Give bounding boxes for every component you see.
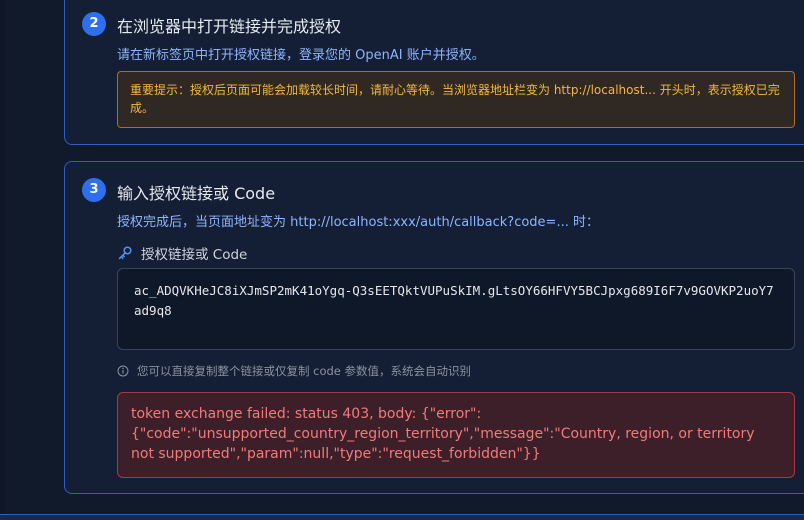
key-icon xyxy=(118,246,132,260)
input-hint: 您可以直接复制整个链接或仅复制 code 参数值，系统会自动识别 xyxy=(117,363,471,379)
warning-notice: 重要提示：授权后页面可能会加载较长时间，请耐心等待。当浏览器地址栏变为 http… xyxy=(117,71,795,128)
step-description: 授权完成后，当页面地址变为 http://localhost:xxx/auth/… xyxy=(117,215,599,230)
next-card-edge xyxy=(0,514,804,520)
code-field-label-text: 授权链接或 Code xyxy=(141,247,248,263)
info-icon xyxy=(117,365,129,377)
step-title: 在浏览器中打开链接并完成授权 xyxy=(117,17,342,36)
step-description: 请在新标签页中打开授权链接，登录您的 OpenAI 账户并授权。 xyxy=(117,48,485,63)
step-number-badge: 3 xyxy=(82,178,106,202)
auth-code-input[interactable]: ac_ADQVKHeJC8iXJmSP2mK41oYgq-Q3sEETQktVU… xyxy=(117,268,795,350)
step-3-card: 3 输入授权链接或 Code 授权完成后，当页面地址变为 http://loca… xyxy=(64,161,804,494)
step-2-card: 2 在浏览器中打开链接并完成授权 请在新标签页中打开授权链接，登录您的 Open… xyxy=(64,0,804,145)
input-hint-text: 您可以直接复制整个链接或仅复制 code 参数值，系统会自动识别 xyxy=(137,364,472,378)
code-field-label: 授权链接或 Code xyxy=(117,243,247,263)
error-message: token exchange failed: status 403, body:… xyxy=(117,392,795,478)
step-title: 输入授权链接或 Code xyxy=(117,184,276,203)
sidebar-edge xyxy=(0,0,6,519)
step-number-badge: 2 xyxy=(82,12,106,36)
